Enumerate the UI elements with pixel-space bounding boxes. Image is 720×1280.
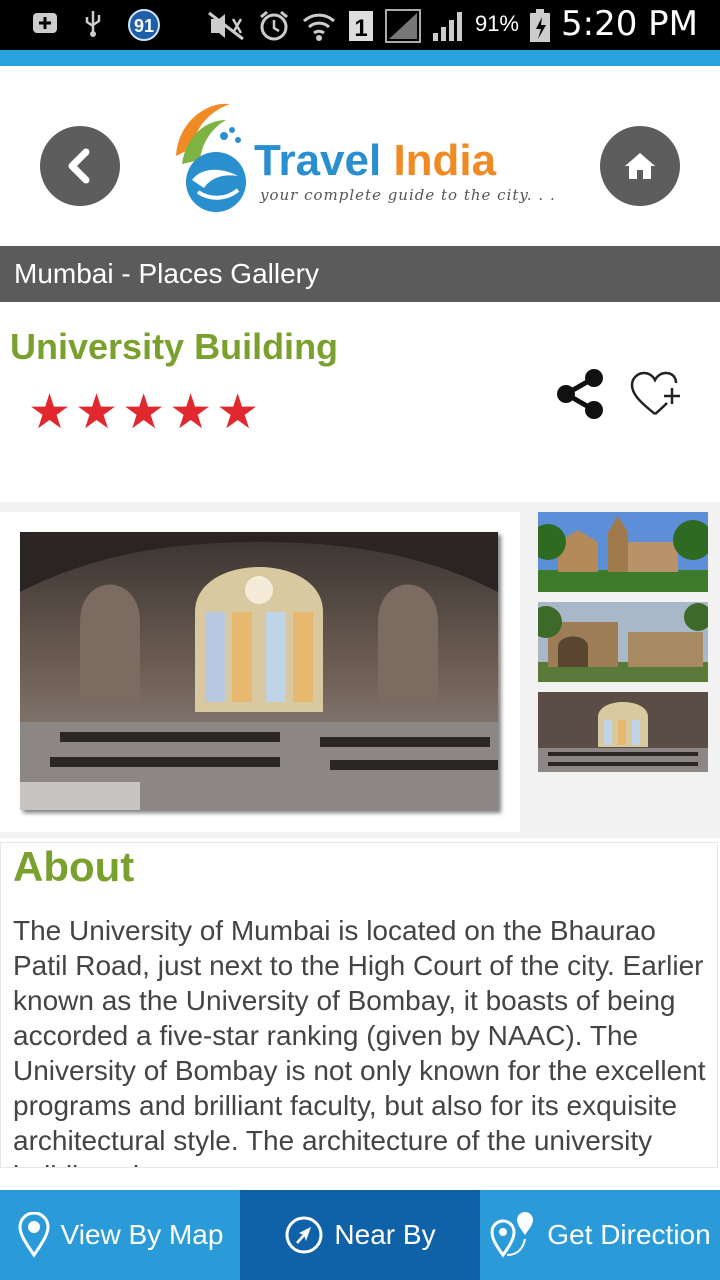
badge-icon: 91 <box>126 8 162 41</box>
favorite-button[interactable] <box>630 370 684 420</box>
gallery-thumbnail-selected[interactable] <box>538 692 708 772</box>
home-button[interactable] <box>600 126 680 206</box>
about-section: About The University of Mumbai is locate… <box>0 842 718 1168</box>
svg-text:91: 91 <box>134 16 154 36</box>
get-direction-button[interactable]: Get Direction <box>480 1190 720 1280</box>
signal-icon <box>384 9 421 43</box>
sim-icon: 1 <box>347 9 375 42</box>
section-title-bar: Mumbai - Places Gallery <box>0 246 720 302</box>
heart-plus-icon <box>630 371 680 415</box>
get-direction-label: Get Direction <box>547 1219 711 1250</box>
svg-text:1: 1 <box>354 15 367 42</box>
share-icon <box>557 369 603 419</box>
status-bar-right: 1 91% 5:20 PM <box>207 4 698 44</box>
about-text: The University of Mumbai is located on t… <box>13 915 706 1167</box>
mute-icon <box>207 9 247 41</box>
clock: 5:20 PM <box>561 4 698 44</box>
direction-pins-icon <box>490 1212 534 1258</box>
rating-stars: ★ ★ ★ ★ ★ <box>28 388 259 438</box>
battery-icon <box>529 9 551 42</box>
map-pin-icon <box>18 1212 50 1258</box>
app-logo: Travel India your complete guide to the … <box>168 96 555 216</box>
home-icon <box>625 153 655 179</box>
star-icon: ★ <box>122 386 166 439</box>
chevron-left-icon <box>68 148 90 184</box>
usb-icon <box>78 8 108 38</box>
gallery-thumbnail[interactable] <box>538 602 708 682</box>
star-icon: ★ <box>75 386 119 439</box>
wifi-icon <box>301 9 337 41</box>
logo-tagline: your complete guide to the city. . . <box>260 186 556 204</box>
alarm-icon <box>257 9 291 41</box>
view-by-map-label: View By Map <box>60 1219 224 1250</box>
plus-box-icon <box>30 8 60 38</box>
logo-mark-icon <box>176 103 246 212</box>
star-icon: ★ <box>169 386 213 439</box>
battery-percent: 91% <box>474 11 519 36</box>
view-by-map-button[interactable]: View By Map <box>0 1190 240 1280</box>
navigation-arrow-icon <box>285 1216 323 1254</box>
back-button[interactable] <box>40 126 120 206</box>
logo-word-india: India <box>393 136 497 185</box>
share-button[interactable] <box>552 366 608 422</box>
place-title: University Building <box>10 326 339 367</box>
star-icon: ★ <box>28 386 72 439</box>
near-by-button[interactable]: Near By <box>240 1190 480 1280</box>
main-gallery-image[interactable] <box>20 532 498 810</box>
star-icon: ★ <box>216 386 260 439</box>
bottom-nav: View By Map Near By Get Direction <box>0 1190 720 1280</box>
app-header: Travel India your complete guide to the … <box>0 66 720 246</box>
status-bar-left: 91 <box>30 8 162 41</box>
accent-bar <box>0 50 720 66</box>
logo-word-travel: Travel <box>254 136 382 185</box>
signal-icon <box>431 9 465 41</box>
status-bar: 91 1 91% 5:20 PM <box>0 0 720 50</box>
logo-title: Travel India <box>254 136 496 186</box>
about-heading: About <box>13 843 135 890</box>
gallery-thumbnail[interactable] <box>538 512 708 592</box>
near-by-label: Near By <box>334 1219 436 1250</box>
